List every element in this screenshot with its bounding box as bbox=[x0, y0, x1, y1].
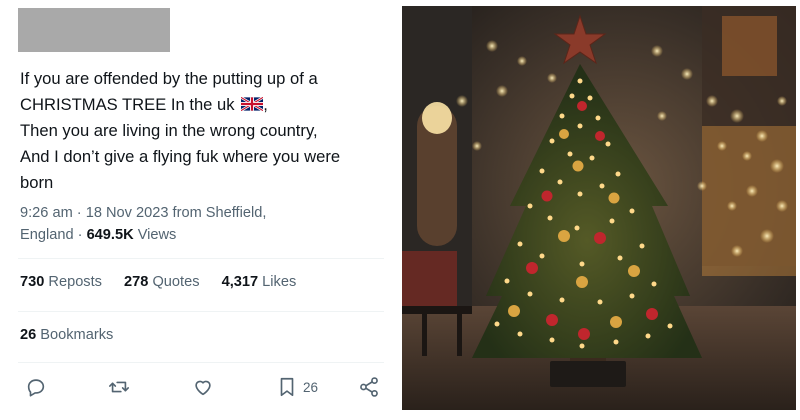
bookmark-button[interactable]: 26 bbox=[276, 374, 318, 400]
tweet-location: England bbox=[20, 227, 74, 243]
tweet-meta: 9:26 am · 18 Nov 2023 from Sheffield, En… bbox=[20, 205, 267, 243]
reply-button[interactable] bbox=[25, 374, 47, 400]
action-bar: 26 bbox=[0, 374, 395, 400]
bookmark-count: 26 bbox=[303, 379, 319, 395]
views-count: 649.5K bbox=[86, 227, 134, 243]
engagement-stats: 730 Reposts 278 Quotes 4,317 Likes bbox=[20, 274, 314, 290]
repost-icon bbox=[109, 381, 129, 393]
heart-icon bbox=[195, 380, 211, 396]
tweet-line: born bbox=[20, 173, 54, 192]
bookmark-icon bbox=[280, 377, 294, 397]
divider bbox=[18, 311, 384, 312]
redacted-author-block bbox=[18, 8, 170, 52]
tweet-time[interactable]: 9:26 am bbox=[20, 205, 73, 221]
uk-flag-icon bbox=[241, 97, 264, 111]
divider bbox=[18, 258, 384, 259]
tweet-line: If you are offended by the putting up of… bbox=[20, 69, 318, 88]
bookmarks-stat[interactable]: 26 Bookmarks bbox=[20, 327, 113, 343]
tweet-line: CHRISTMAS TREE In the uk , bbox=[20, 95, 268, 114]
likes-stat[interactable]: 4,317 Likes bbox=[222, 274, 297, 290]
tweet-card: If you are offended by the putting up of… bbox=[0, 0, 395, 420]
tweet-line: Then you are living in the wrong country… bbox=[20, 121, 318, 140]
christmas-tree-photo bbox=[402, 6, 796, 410]
tweet-line: And I don’t give a flying fuk where you … bbox=[20, 147, 341, 166]
tweet-date-source: 18 Nov 2023 from Sheffield, bbox=[85, 205, 267, 221]
views-label: Views bbox=[137, 227, 177, 243]
christmas-tree-image bbox=[402, 6, 796, 410]
like-button[interactable] bbox=[192, 374, 214, 400]
quotes-stat[interactable]: 278 Quotes bbox=[124, 274, 199, 290]
divider bbox=[18, 362, 384, 363]
tweet-text: If you are offended by the putting up of… bbox=[20, 66, 390, 196]
reply-icon bbox=[27, 379, 45, 397]
repost-button[interactable] bbox=[108, 374, 130, 400]
share-icon bbox=[360, 377, 378, 397]
share-button[interactable] bbox=[358, 374, 380, 400]
reposts-stat[interactable]: 730 Reposts bbox=[20, 274, 102, 290]
